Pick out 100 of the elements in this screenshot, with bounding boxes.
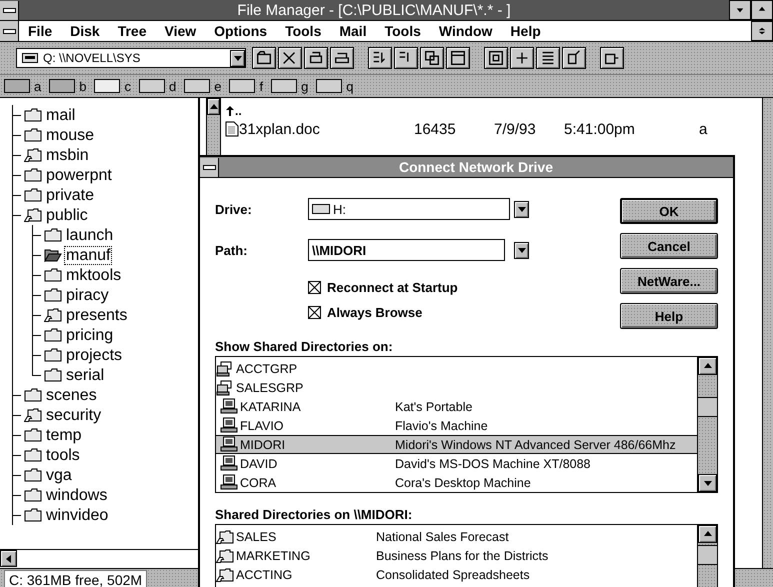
menu-item[interactable]: File: [19, 23, 62, 39]
sort-icon[interactable]: [394, 47, 418, 69]
drive-dropdown[interactable]: Q: \\NOVELL\SYS: [16, 48, 246, 68]
dialog-title: Connect Network Drive: [398, 159, 554, 175]
system-menu-button[interactable]: [200, 158, 219, 176]
menu-item[interactable]: Tools: [276, 23, 330, 39]
menu-item[interactable]: Disk: [61, 23, 109, 39]
scroll-thumb[interactable]: [698, 545, 717, 565]
dialog-button[interactable]: NetWare...: [620, 268, 718, 294]
folder-icon: [24, 188, 42, 202]
arrow-icon: [702, 529, 712, 539]
scroll-up-button[interactable]: [207, 98, 220, 115]
computer-row[interactable]: MIDORI Midori's Windows NT Advanced Server 486/66Mhz: [216, 435, 697, 454]
restore-button[interactable]: [751, 21, 773, 41]
folder-name[interactable]: tools: [44, 446, 82, 464]
scroll-up-button[interactable]: [698, 525, 717, 543]
scroll-bar[interactable]: [762, 98, 773, 568]
share-row[interactable]: MARKETING Business Plans for the Districts: [216, 546, 697, 565]
folder-name[interactable]: windows: [44, 486, 110, 504]
list-label: Show Shared Directories on:: [215, 339, 394, 354]
folder-name[interactable]: pricing: [64, 326, 116, 344]
computer-row[interactable]: SALESGRP: [216, 378, 697, 397]
folder-name[interactable]: winvideo: [44, 506, 110, 524]
scroll-up-button[interactable]: [698, 357, 717, 375]
scroll-down-button[interactable]: [698, 474, 717, 492]
folder-name[interactable]: serial: [64, 366, 106, 384]
computer-row[interactable]: ACCTGRP: [216, 359, 697, 378]
add-icon[interactable]: [510, 47, 534, 69]
checkbox-label[interactable]: Always Browse: [327, 305, 422, 320]
computer-row[interactable]: KATARINA Kat's Portable: [216, 397, 697, 416]
folder-name[interactable]: mail: [44, 106, 78, 124]
folder-icon: [24, 508, 42, 522]
checkbox[interactable]: [308, 281, 321, 294]
window-title: File Manager - [C:\PUBLIC\MANUF\*.* - ]: [236, 2, 512, 18]
folder-name[interactable]: piracy: [64, 286, 111, 304]
dropdown-arrow-button[interactable]: [514, 242, 529, 258]
arrow-icon: [702, 361, 712, 371]
folder-icon: [24, 388, 42, 402]
path-field[interactable]: \\MIDORI: [308, 239, 505, 261]
folder-icon: [44, 288, 62, 302]
computer-row[interactable]: DAVID David's MS-DOS Machine XT/8088: [216, 454, 697, 473]
folder-icon: [24, 168, 42, 182]
drive-dropdown[interactable]: H:: [308, 198, 510, 220]
new-folder-icon[interactable]: [252, 47, 276, 69]
arrow-icon: [758, 6, 766, 14]
arrow-icon: [232, 53, 242, 63]
file-row[interactable]: ..: [225, 102, 762, 120]
file-attributes: a: [699, 120, 708, 138]
folder-name[interactable]: public: [44, 206, 90, 224]
dialog-button[interactable]: Help: [620, 303, 718, 329]
folder-name[interactable]: projects: [64, 346, 124, 364]
open-folder-icon: [44, 248, 62, 262]
folder-name[interactable]: temp: [44, 426, 84, 444]
dialog-button[interactable]: Cancel: [620, 233, 718, 259]
share-row[interactable]: SALES National Sales Forecast: [216, 527, 697, 546]
folder-name[interactable]: mktools: [64, 266, 124, 284]
arrow-icon: [516, 245, 526, 255]
file-name[interactable]: 31xplan.doc: [239, 120, 414, 138]
delete-icon[interactable]: [278, 47, 302, 69]
dropdown-arrow-button[interactable]: [514, 200, 529, 218]
dialog-button[interactable]: OK: [620, 198, 718, 224]
scroll-thumb[interactable]: [698, 397, 717, 417]
minimize-button[interactable]: [729, 0, 751, 20]
copy-icon[interactable]: [420, 47, 444, 69]
sort-icon[interactable]: [368, 47, 392, 69]
folder-name[interactable]: scenes: [44, 386, 99, 404]
file-size: 16435: [414, 120, 457, 138]
checkbox[interactable]: [308, 306, 321, 319]
folder-name[interactable]: vga: [44, 466, 74, 484]
dropdown-arrow-button[interactable]: [230, 50, 245, 66]
menu-item[interactable]: View: [156, 23, 206, 39]
system-menu-button[interactable]: [0, 0, 19, 20]
arrow-icon: [4, 554, 14, 564]
menu-item[interactable]: Window: [430, 23, 502, 39]
list-icon[interactable]: [536, 47, 560, 69]
window-icon[interactable]: [446, 47, 470, 69]
folder-name[interactable]: private: [44, 186, 96, 204]
folder-name[interactable]: powerpnt: [44, 166, 114, 184]
menu-item[interactable]: Help: [501, 23, 550, 39]
computer-row[interactable]: FLAVIO Flavio's Machine: [216, 416, 697, 435]
computer-icon: [220, 455, 238, 472]
share-row[interactable]: ACCTING Consolidated Spreadsheets: [216, 565, 697, 584]
menu-item[interactable]: Mail: [330, 23, 376, 39]
up-arrow-icon: [225, 105, 235, 117]
folder-name[interactable]: security: [44, 406, 104, 424]
menu-item[interactable]: Options: [205, 23, 276, 39]
folder-name[interactable]: mouse: [44, 126, 96, 144]
computer-row[interactable]: CORA Cora's Desktop Machine: [216, 473, 697, 492]
scroll-left-button[interactable]: [0, 550, 17, 567]
maximize-button[interactable]: [751, 0, 773, 20]
menu-item[interactable]: Tools: [376, 23, 430, 39]
folder-name[interactable]: msbin: [44, 146, 91, 164]
folder-icon: [24, 128, 42, 142]
folder-name[interactable]: launch: [64, 226, 116, 244]
checkbox-label[interactable]: Reconnect at Startup: [327, 280, 458, 295]
document-menu-button[interactable]: [0, 21, 19, 41]
menu-item[interactable]: Tree: [108, 23, 156, 39]
folder-name[interactable]: presents: [64, 306, 130, 324]
folder-name[interactable]: manuf: [64, 246, 112, 264]
arrow-icon: [208, 102, 218, 112]
